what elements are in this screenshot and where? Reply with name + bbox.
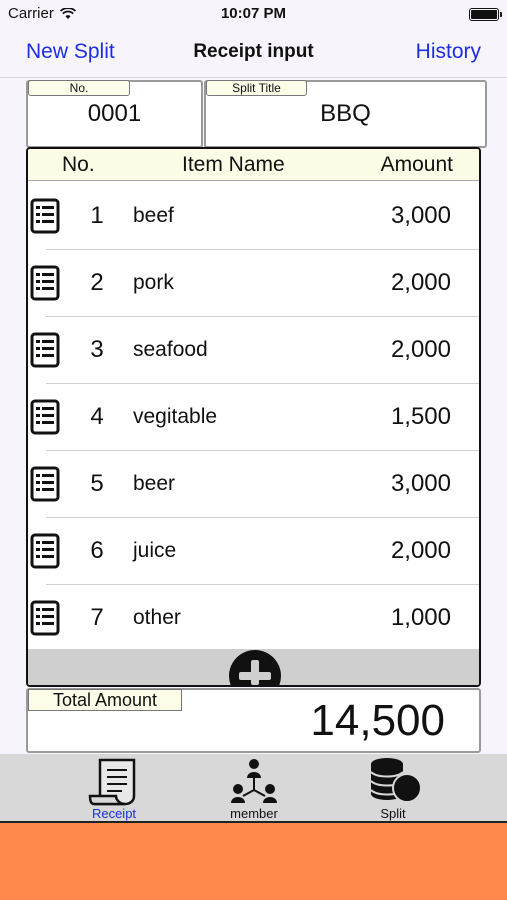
table-row[interactable]: 2 pork 2,000 [28,250,479,317]
navigation-bar: New Split Receipt input History [0,28,507,78]
split-title-value: BBQ [320,100,371,127]
status-bar: Carrier 10:07 PM [0,0,507,28]
tab-split[interactable]: Split [333,754,453,821]
tab-receipt-label: Receipt [91,806,137,821]
row-amount: 2,000 [390,336,451,363]
row-item-name: beef [133,204,174,227]
document-icon[interactable] [30,399,60,435]
total-amount-box: Total Amount 14,500 [26,688,481,753]
tab-member-label: member [230,806,278,821]
row-amount: 2,000 [390,537,451,564]
row-item-name: other [133,606,181,629]
row-number: 4 [90,403,104,430]
row-number: 3 [90,336,104,363]
table-row[interactable]: 1 beef 3,000 [28,183,479,250]
row-amount: 2,000 [390,269,451,296]
table-row[interactable]: 7 other 1,000 [28,585,479,652]
document-icon[interactable] [30,600,60,636]
add-bar [28,649,479,685]
receipt-icon [88,758,136,806]
row-amount: 1,500 [390,403,451,430]
row-item-name: pork [133,271,174,294]
split-title-field[interactable]: Split Title BBQ [204,80,487,148]
receipt-number-field[interactable]: No. 0001 [26,80,203,148]
split-title-label: Split Title [206,80,307,96]
history-button[interactable]: History [416,40,481,64]
tab-receipt[interactable]: Receipt [54,754,174,821]
row-amount: 3,000 [390,470,451,497]
document-icon[interactable] [30,198,60,234]
header-no: No. [62,153,95,176]
row-amount: 1,000 [390,604,451,631]
row-item-name: juice [133,539,177,562]
row-item-name: beer [133,472,176,495]
row-amount: 3,000 [390,202,451,229]
plus-circle-icon[interactable] [228,649,282,685]
total-amount-value: 14,500 [310,696,445,745]
header-amount: Amount [380,153,453,176]
table-row[interactable]: 3 seafood 2,000 [28,317,479,384]
table-header: No. Item Name Amount [28,149,479,181]
tab-bar: Receipt member Split [0,754,507,821]
tab-member[interactable]: member [194,754,314,821]
document-icon[interactable] [30,533,60,569]
row-item-name: seafood [133,338,208,361]
header-item-name: Item Name [182,153,285,176]
items-table: No. Item Name Amount 1 beef 3,000 2 pork 2,00… [26,147,481,687]
document-icon[interactable] [30,265,60,301]
ad-banner[interactable] [0,821,507,900]
table-row[interactable]: 5 beer 3,000 [28,451,479,518]
document-icon[interactable] [30,466,60,502]
row-item-name: vegitable [133,405,218,428]
tab-split-label: Split [380,806,406,821]
row-number: 1 [90,202,104,229]
table-row[interactable]: 4 vegitable 1,500 [28,384,479,451]
table-row[interactable]: 6 juice 2,000 [28,518,479,585]
receipt-number-value: 0001 [87,100,142,127]
row-number: 2 [90,269,104,296]
document-icon[interactable] [30,332,60,368]
battery-icon [469,8,502,21]
member-icon [231,759,277,803]
row-number: 6 [90,537,104,564]
total-amount-label: Total Amount [28,689,182,711]
status-time: 10:07 PM [220,5,287,22]
receipt-number-label: No. [28,80,130,96]
split-icon [370,758,422,803]
row-number: 7 [90,604,104,631]
row-number: 5 [90,470,104,497]
